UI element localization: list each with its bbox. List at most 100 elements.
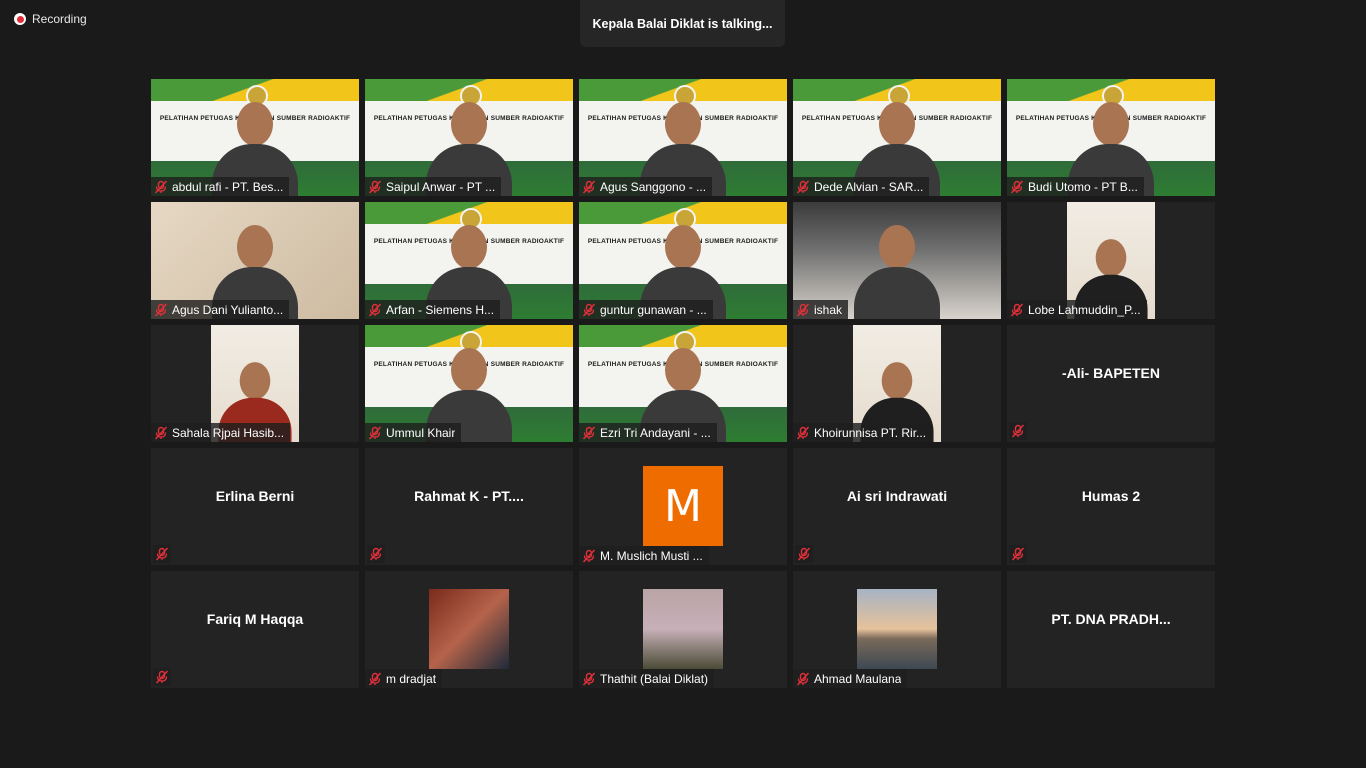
mic-muted-icon [1011,424,1025,438]
participant-tile[interactable]: Ai sri Indrawati [793,448,1001,565]
participant-name: Khoirunnisa PT. Rir... [814,425,927,440]
participant-head [665,102,701,146]
participant-tile[interactable]: PELATIHAN PETUGAS KEAMANAN SUMBER RADIOA… [151,79,359,196]
participant-head [1095,239,1127,277]
participant-tile[interactable]: PT. DNA PRADH... [1007,571,1215,688]
participant-tile[interactable]: PELATIHAN PETUGAS KEAMANAN SUMBER RADIOA… [793,79,1001,196]
participant-head [881,362,913,400]
participant-label: Agus Dani Yulianto... [151,300,290,319]
participant-label: Ummul Khair [365,423,462,442]
mic-muted-icon [369,547,383,561]
mic-muted-icon [154,425,168,440]
participant-tile[interactable]: Ahmad Maulana [793,571,1001,688]
participant-tile[interactable]: Thathit (Balai Diklat) [579,571,787,688]
participant-name: Agus Sanggono - ... [600,179,707,194]
participant-name: Saipul Anwar - PT ... [386,179,496,194]
active-speaker-banner: Kepala Balai Diklat is talking... [580,0,785,47]
participant-label: Saipul Anwar - PT ... [365,177,502,196]
participant-name: Arfan - Siemens H... [386,302,495,317]
participant-name: Ezri Tri Andayani - ... [600,425,711,440]
participant-name: ishak [814,302,843,317]
participant-head [451,225,487,269]
mute-indicator [795,545,813,563]
participant-tile[interactable]: m dradjat [365,571,573,688]
mic-muted-icon [368,425,382,440]
mic-muted-icon [155,547,169,561]
mic-muted-icon [797,547,811,561]
participant-name: Sahala Rjpai Hasib... [172,425,285,440]
participant-label: Arfan - Siemens H... [365,300,501,319]
participant-name-center: Erlina Berni [215,487,295,504]
participant-name-center: -Ali- BAPETEN [1062,364,1160,381]
participant-tile[interactable]: Lobe Lahmuddin_P... [1007,202,1215,319]
recording-label: Recording [32,12,87,26]
participant-head [665,348,701,392]
participant-tile[interactable]: Humas 2 [1007,448,1215,565]
participant-tile[interactable]: ishak [793,202,1001,319]
participant-tile[interactable]: Khoirunnisa PT. Rir... [793,325,1001,442]
participant-tile[interactable]: -Ali- BAPETEN [1007,325,1215,442]
participant-tile[interactable]: PELATIHAN PETUGAS KEAMANAN SUMBER RADIOA… [365,325,573,442]
participant-name-center: Fariq M Haqqa [206,610,304,627]
mic-muted-icon [154,179,168,194]
active-speaker-text: Kepala Balai Diklat is talking... [592,16,773,31]
participant-tile[interactable]: PELATIHAN PETUGAS KEAMANAN SUMBER RADIOA… [1007,79,1215,196]
recording-indicator[interactable]: Recording [14,12,87,26]
participant-tile[interactable]: PELATIHAN PETUGAS KEAMANAN SUMBER RADIOA… [365,202,573,319]
participant-name: Dede Alvian - SAR... [814,179,924,194]
participant-name-center: PT. DNA PRADH... [1051,610,1171,627]
participant-tile[interactable]: Sahala Rjpai Hasib... [151,325,359,442]
mute-indicator [1009,545,1027,563]
participant-name: guntur gunawan - ... [600,302,707,317]
participant-head [1093,102,1129,146]
participant-tile[interactable]: PELATIHAN PETUGAS KEAMANAN SUMBER RADIOA… [579,202,787,319]
participant-name: M. Muslich Musti ... [600,548,703,563]
participant-name: Lobe Lahmuddin_P... [1028,302,1141,317]
mic-muted-icon [796,302,810,317]
participant-tile[interactable]: PELATIHAN PETUGAS KEAMANAN SUMBER RADIOA… [579,79,787,196]
record-icon [14,13,26,25]
mic-muted-icon [582,671,596,686]
participant-tile[interactable]: Fariq M Haqqa [151,571,359,688]
participant-tile[interactable]: PELATIHAN PETUGAS KEAMANAN SUMBER RADIOA… [365,79,573,196]
participant-label: Thathit (Balai Diklat) [579,669,715,688]
mic-muted-icon [582,548,596,563]
participant-name: Agus Dani Yulianto... [172,302,284,317]
participant-tile[interactable]: M M. Muslich Musti ... [579,448,787,565]
participant-name: abdul rafi - PT. Bes... [172,179,284,194]
participant-tile[interactable]: Erlina Berni [151,448,359,565]
participant-head [239,362,271,400]
mic-muted-icon [796,671,810,686]
profile-photo [857,589,937,669]
mic-muted-icon [582,302,596,317]
mic-muted-icon [1010,302,1024,317]
participant-label: Agus Sanggono - ... [579,177,713,196]
participant-label: Khoirunnisa PT. Rir... [793,423,933,442]
mute-indicator [153,545,171,563]
participant-label: ishak [793,300,849,319]
participant-head [451,348,487,392]
participant-label: Ezri Tri Andayani - ... [579,423,717,442]
participant-label: Ahmad Maulana [793,669,908,688]
avatar-initial: M [643,466,723,546]
mic-muted-icon [1011,547,1025,561]
mute-indicator [153,668,171,686]
participant-name: m dradjat [386,671,437,686]
participant-name: Ahmad Maulana [814,671,902,686]
mic-muted-icon [796,179,810,194]
mute-indicator [367,545,385,563]
participant-tile[interactable]: Rahmat K - PT.... [365,448,573,565]
mic-muted-icon [1010,179,1024,194]
mic-muted-icon [154,302,168,317]
participant-tile[interactable]: PELATIHAN PETUGAS KEAMANAN SUMBER RADIOA… [579,325,787,442]
participant-head [879,225,915,269]
participant-head [879,102,915,146]
mute-indicator [1009,422,1027,440]
participant-name-center: Humas 2 [1081,487,1141,504]
participant-label: Budi Utomo - PT B... [1007,177,1144,196]
participant-name: Budi Utomo - PT B... [1028,179,1138,194]
participant-tile[interactable]: Agus Dani Yulianto... [151,202,359,319]
participant-head [237,102,273,146]
participant-label: Lobe Lahmuddin_P... [1007,300,1147,319]
participant-label: m dradjat [365,669,443,688]
